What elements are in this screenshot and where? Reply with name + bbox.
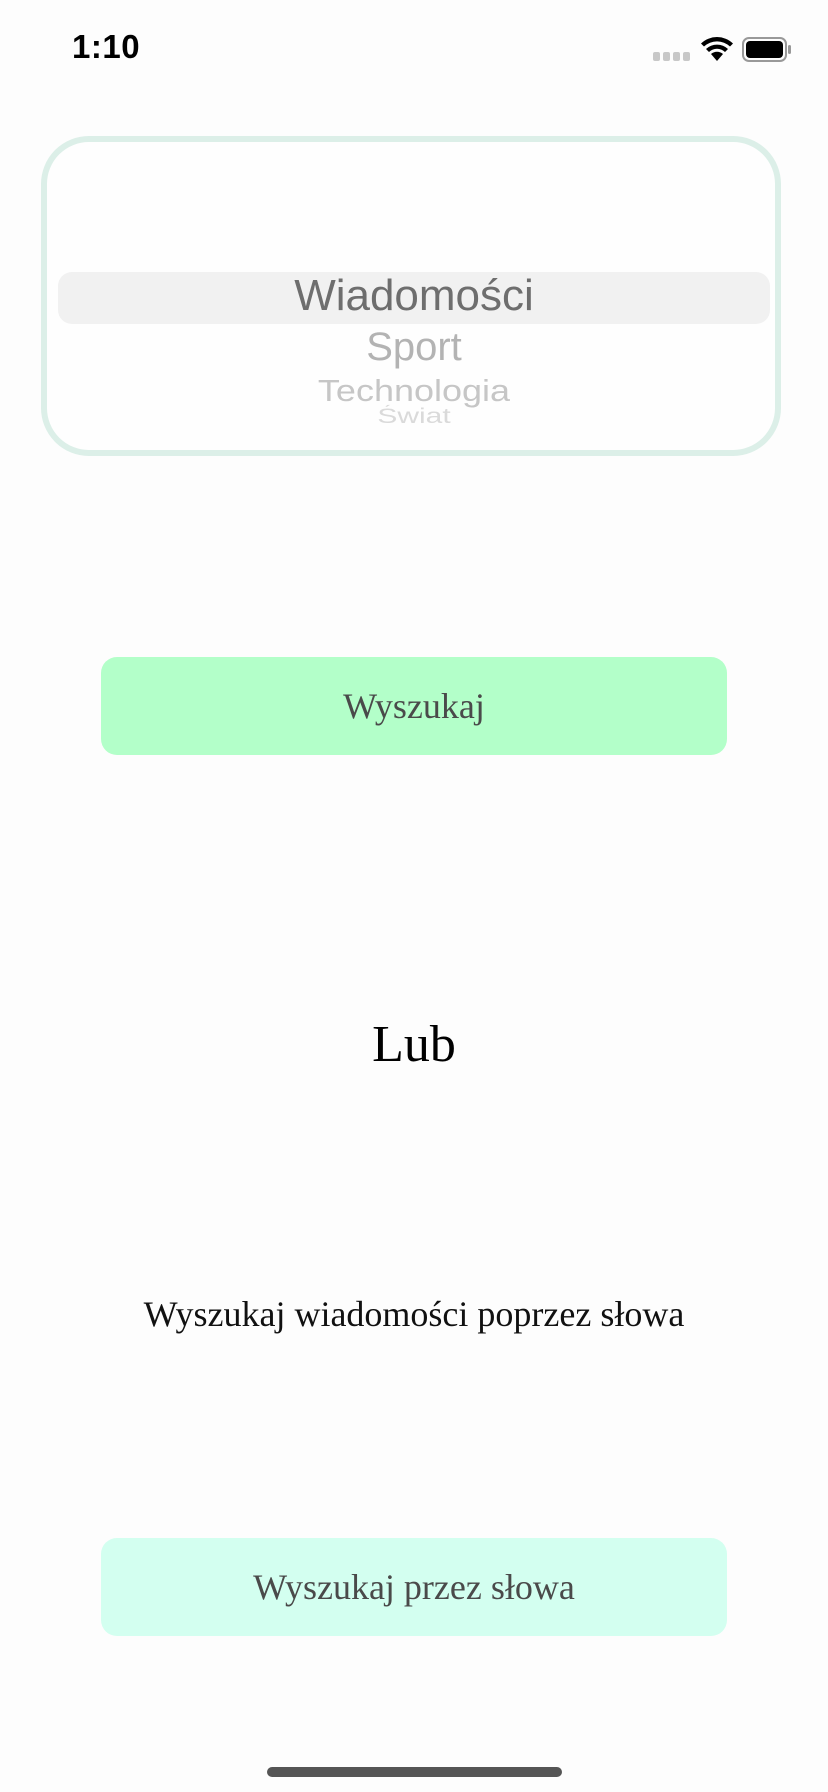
keyword-search-button[interactable]: Wyszukaj przez słowa	[101, 1538, 727, 1636]
picker-item-selected[interactable]: Wiadomości	[0, 271, 828, 321]
status-time: 1:10	[72, 28, 141, 65]
or-separator: Lub	[372, 1016, 456, 1073]
keyword-search-button-label: Wyszukaj przez słowa	[253, 1567, 575, 1607]
picker-item[interactable]: Technologia	[0, 373, 828, 409]
search-button-label: Wyszukaj	[343, 686, 485, 726]
wifi-icon	[701, 37, 733, 61]
search-button[interactable]: Wyszukaj	[101, 657, 727, 755]
picker-item[interactable]: Świat	[0, 405, 828, 423]
home-indicator[interactable]	[267, 1767, 562, 1777]
picker-item[interactable]: Sport	[0, 325, 828, 370]
keyword-search-label: Wyszukaj wiadomości poprzez słowa	[143, 1294, 685, 1334]
battery-icon	[742, 37, 791, 62]
cellular-signal-icon	[653, 52, 690, 61]
